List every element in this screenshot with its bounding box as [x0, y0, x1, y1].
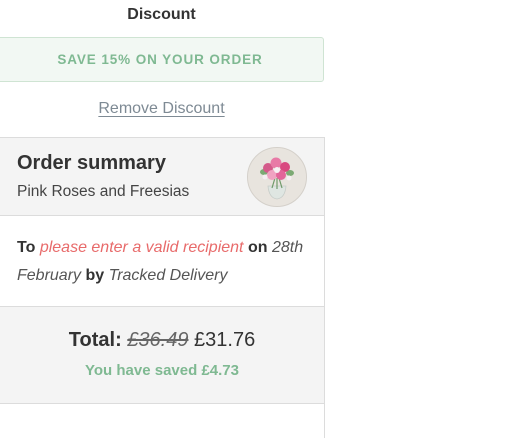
- savings-text: You have saved £4.73: [85, 362, 239, 379]
- recipient-error-link[interactable]: please enter a valid recipient: [40, 239, 244, 256]
- product-name: Pink Roses and Freesias: [17, 183, 190, 200]
- remove-discount-link[interactable]: Remove Discount: [0, 100, 323, 118]
- discount-title: Discount: [127, 6, 196, 23]
- promo-text: SAVE 15% ON YOUR ORDER: [57, 52, 263, 67]
- to-label: To: [17, 239, 36, 256]
- total-label: Total:: [68, 329, 122, 351]
- order-summary-title: Order summary: [17, 152, 166, 174]
- flower-bouquet-icon: [247, 147, 307, 207]
- total-line: Total: £36.49 £31.76: [0, 329, 324, 352]
- original-price: £36.49: [127, 329, 189, 351]
- order-summary-header: Order summary Pink Roses and Freesias: [0, 138, 324, 216]
- by-label: by: [85, 267, 105, 284]
- order-total-section: Total: £36.49 £31.76 You have saved £4.7…: [0, 307, 324, 404]
- delivery-method: Tracked Delivery: [108, 267, 228, 284]
- delivery-sentence: To please enter a valid recipient on 28t…: [17, 234, 307, 290]
- discounted-price: £31.76: [194, 329, 256, 351]
- order-summary-card: Order summary Pink Roses and Freesias To…: [0, 137, 325, 438]
- promo-badge: SAVE 15% ON YOUR ORDER: [0, 37, 324, 82]
- on-label: on: [247, 239, 268, 256]
- delivery-details: To please enter a valid recipient on 28t…: [0, 216, 324, 307]
